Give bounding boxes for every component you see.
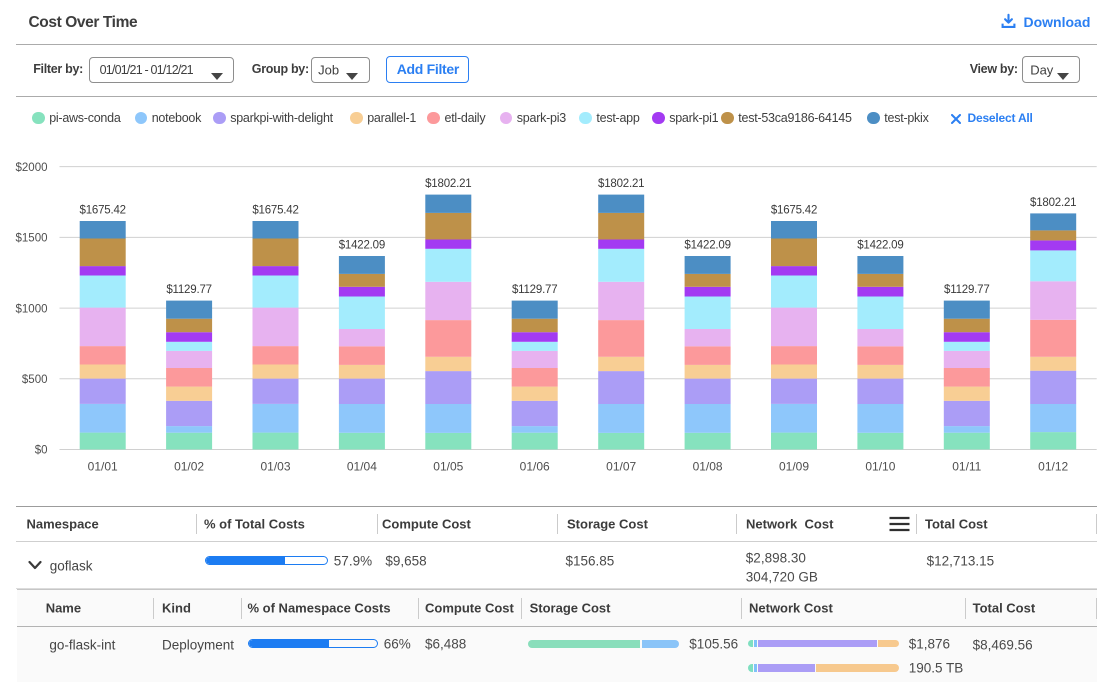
svg-text:01/12: 01/12 — [1038, 459, 1068, 473]
svg-text:$1802.21: $1802.21 — [1030, 197, 1076, 209]
svg-text:01/10: 01/10 — [865, 459, 895, 473]
svg-text:$1000: $1000 — [16, 303, 48, 315]
svg-text:01/03: 01/03 — [260, 459, 290, 473]
svg-text:01/02: 01/02 — [174, 459, 204, 473]
svg-text:01/09: 01/09 — [779, 459, 809, 473]
svg-text:01/07: 01/07 — [606, 459, 636, 473]
svg-text:$1675.42: $1675.42 — [80, 204, 126, 216]
svg-text:01/04: 01/04 — [347, 459, 377, 473]
svg-text:01/08: 01/08 — [693, 459, 723, 473]
svg-text:01/05: 01/05 — [433, 459, 463, 473]
svg-text:$1422.09: $1422.09 — [684, 239, 730, 251]
svg-text:$2000: $2000 — [16, 162, 48, 174]
svg-text:$500: $500 — [22, 374, 48, 386]
svg-text:$1802.21: $1802.21 — [425, 178, 471, 190]
svg-text:01/06: 01/06 — [520, 459, 550, 473]
svg-text:$1500: $1500 — [16, 233, 48, 245]
svg-text:$0: $0 — [35, 445, 48, 457]
svg-text:01/01: 01/01 — [88, 459, 118, 473]
svg-text:$1675.42: $1675.42 — [771, 204, 817, 216]
svg-text:$1129.77: $1129.77 — [944, 284, 990, 296]
svg-text:01/11: 01/11 — [952, 459, 981, 473]
svg-text:$1129.77: $1129.77 — [512, 284, 558, 296]
svg-text:$1129.77: $1129.77 — [166, 284, 212, 296]
svg-text:$1675.42: $1675.42 — [252, 204, 298, 216]
svg-text:$1422.09: $1422.09 — [857, 239, 903, 251]
svg-text:$1802.21: $1802.21 — [598, 178, 644, 190]
svg-text:$1422.09: $1422.09 — [339, 239, 385, 251]
